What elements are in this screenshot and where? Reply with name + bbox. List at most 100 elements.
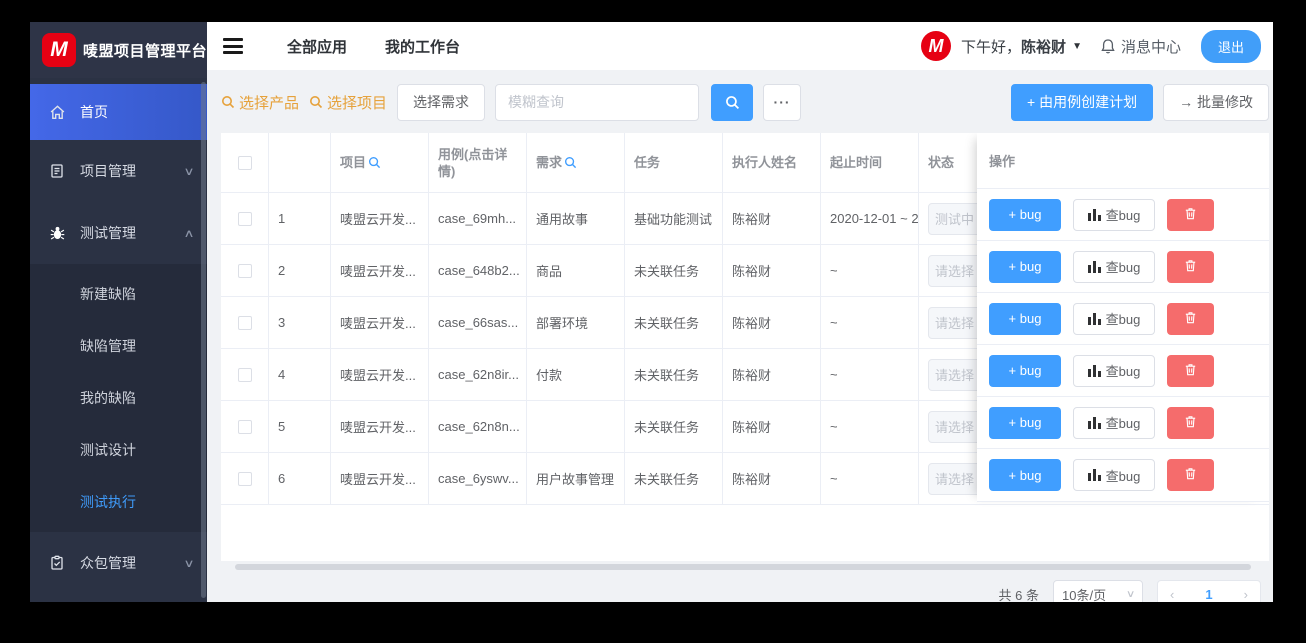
trash-icon — [1183, 466, 1198, 484]
view-bug-button[interactable]: 查bug — [1073, 198, 1155, 231]
cell-case[interactable]: case_648b2... — [429, 245, 527, 296]
sidebar-item-0[interactable]: 首页 — [30, 84, 207, 140]
row-checkbox[interactable] — [237, 367, 252, 382]
message-center-link[interactable]: 消息中心 — [1100, 36, 1181, 57]
add-bug-button[interactable]: + bug — [989, 302, 1061, 335]
sidebar-scrollbar[interactable] — [201, 82, 206, 598]
row-checkbox[interactable] — [237, 263, 252, 278]
row-checkbox[interactable] — [237, 211, 252, 226]
ops-row: + bug 查bug — [977, 345, 1269, 397]
select-project-link[interactable]: 选择项目 — [309, 92, 387, 113]
nav-my-workspace[interactable]: 我的工作台 — [385, 36, 460, 57]
logout-button[interactable]: 退出 — [1200, 29, 1261, 63]
cell-case[interactable]: case_69mh... — [429, 193, 527, 244]
sidebar-subitem-6[interactable]: 测试设计 — [30, 424, 207, 476]
cell-time: ~ — [821, 349, 919, 400]
cell-task: 未关联任务 — [625, 453, 723, 504]
avatar[interactable]: M — [921, 31, 952, 61]
next-page-button[interactable]: › — [1244, 587, 1248, 602]
search-icon[interactable] — [368, 156, 381, 169]
sidebar-subitem-5[interactable]: 我的缺陷 — [30, 372, 207, 424]
sidebar-item-8[interactable]: 众包管理 ∨ — [30, 532, 207, 594]
row-checkbox-cell — [221, 349, 269, 400]
sidebar-item-1[interactable]: 项目管理 ∨ — [30, 140, 207, 202]
delete-button[interactable] — [1167, 198, 1214, 231]
add-bug-button[interactable]: + bug — [989, 406, 1061, 439]
search-icon — [222, 96, 235, 109]
horizontal-scrollbar[interactable] — [221, 564, 1269, 570]
sidebar-subitem-4[interactable]: 缺陷管理 — [30, 320, 207, 372]
home-icon — [48, 103, 66, 121]
ops-row: + bug 查bug — [977, 241, 1269, 293]
header-task: 任务 — [625, 133, 723, 192]
sidebar-subitem-7[interactable]: 测试执行 — [30, 476, 207, 528]
sidebar-subitem-3[interactable]: 新建缺陷 — [30, 268, 207, 320]
prev-page-button[interactable]: ‹ — [1170, 587, 1174, 602]
cell-requirement — [527, 401, 625, 452]
hamburger-menu-icon[interactable] — [223, 38, 243, 54]
cell-executor: 陈裕财 — [723, 245, 821, 296]
chevron-down-icon: ∨ — [183, 165, 195, 178]
cell-case[interactable]: case_66sas... — [429, 297, 527, 348]
row-checkbox[interactable] — [237, 471, 252, 486]
page-size-select[interactable]: 10条/页 ∨ — [1053, 580, 1143, 602]
user-caret-down-icon[interactable]: ▼ — [1072, 41, 1082, 52]
sidebar-item-9[interactable]: 数据统计 — [30, 594, 207, 602]
username: 陈裕财 — [1021, 38, 1067, 56]
cell-project: 唛盟云开发... — [331, 245, 429, 296]
add-bug-button[interactable]: + bug — [989, 354, 1061, 387]
delete-button[interactable] — [1167, 250, 1214, 283]
nav-all-apps[interactable]: 全部应用 — [287, 36, 347, 57]
add-bug-button[interactable]: + bug — [989, 459, 1061, 491]
batch-edit-button[interactable]: → 批量修改 — [1163, 83, 1269, 121]
add-bug-button[interactable]: + bug — [989, 198, 1061, 231]
cell-project: 唛盟云开发... — [331, 453, 429, 504]
view-bug-button[interactable]: 查bug — [1073, 354, 1155, 387]
search-button[interactable] — [711, 83, 754, 121]
search-icon[interactable] — [564, 156, 577, 169]
ops-fixed-column: 操作 + bug 查bug + bug 查bug + bug 查bug + bug 查bug +… — [977, 133, 1269, 502]
cell-index: 4 — [269, 349, 331, 400]
pagination-total: 共 6 条 — [998, 587, 1039, 603]
add-bug-button[interactable]: + bug — [989, 250, 1061, 283]
scrollbar-thumb[interactable] — [235, 564, 1251, 570]
bar-chart-icon — [1087, 312, 1101, 325]
sidebar-menu: 首页项目管理 ∨ 测试管理 ∧ 新建缺陷缺陷管理我的缺陷测试设计测试执行众包管理 ∨ 数据统… — [30, 78, 207, 602]
delete-button[interactable] — [1167, 302, 1214, 335]
cell-requirement: 通用故事 — [527, 193, 625, 244]
select-requirement-button[interactable]: 选择需求 — [397, 83, 486, 121]
cell-time: ~ — [821, 245, 919, 296]
select-product-link[interactable]: 选择产品 — [221, 92, 299, 113]
current-page[interactable]: 1 — [1205, 587, 1212, 602]
row-checkbox[interactable] — [237, 315, 252, 330]
user-greeting[interactable]: 下午好，陈裕财 — [961, 36, 1066, 57]
cell-case[interactable]: case_62n8n... — [429, 401, 527, 452]
arrow-right-icon: → — [1179, 94, 1194, 110]
search-icon — [310, 96, 323, 109]
select-all-checkbox[interactable] — [237, 155, 252, 170]
delete-button[interactable] — [1167, 459, 1214, 491]
fuzzy-search-input[interactable] — [495, 83, 700, 121]
view-bug-button[interactable]: 查bug — [1073, 459, 1155, 491]
bar-chart-icon — [1087, 260, 1101, 273]
sidebar-item-2[interactable]: 测试管理 ∧ — [30, 202, 207, 264]
view-bug-button[interactable]: 查bug — [1073, 250, 1155, 283]
delete-button[interactable] — [1167, 354, 1214, 387]
row-checkbox[interactable] — [237, 419, 252, 434]
header-index — [269, 133, 331, 192]
app-window: M 唛盟项目管理平台 首页 项目管理 ∨ 测试管理 ∧ 新建缺陷 缺陷管理 我的缺陷 测试设计测… — [30, 22, 1273, 602]
header-requirement: 需求 — [527, 133, 625, 192]
cell-time: 2020-12-01 ~ 20 — [821, 193, 919, 244]
cell-executor: 陈裕财 — [723, 453, 821, 504]
header-select-all — [221, 133, 269, 192]
cell-case[interactable]: case_62n8ir... — [429, 349, 527, 400]
more-filters-button[interactable]: ··· — [763, 83, 802, 121]
delete-button[interactable] — [1167, 406, 1214, 439]
view-bug-button[interactable]: 查bug — [1073, 302, 1155, 335]
cell-time: ~ — [821, 453, 919, 504]
create-plan-button[interactable]: + 由用例创建计划 — [1011, 83, 1154, 121]
cell-task: 未关联任务 — [625, 349, 723, 400]
sidebar-item-label: 项目管理 — [80, 163, 136, 179]
view-bug-button[interactable]: 查bug — [1073, 406, 1155, 439]
cell-case[interactable]: case_6yswv... — [429, 453, 527, 504]
